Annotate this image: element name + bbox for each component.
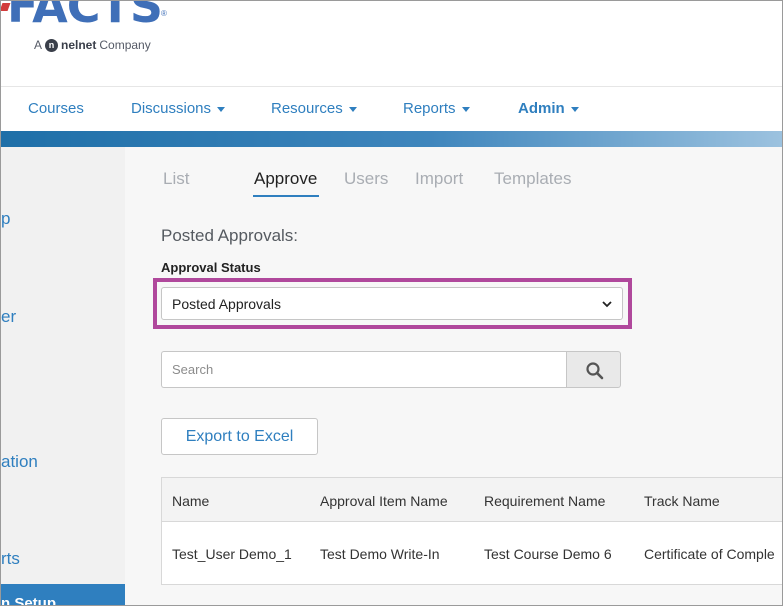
search-icon: [586, 362, 604, 380]
caret-down-icon: [348, 106, 357, 112]
export-to-excel-button[interactable]: Export to Excel: [161, 418, 318, 455]
sidebar: p er ation rts n Setup: [1, 147, 125, 606]
nav-admin[interactable]: Admin: [518, 100, 579, 117]
search-input[interactable]: [161, 351, 566, 388]
caret-down-icon: [217, 106, 226, 112]
active-tab-indicator: [253, 195, 319, 197]
logo-sub-brand: nelnet: [61, 38, 97, 52]
app-window: FACTS ® A n nelnet Company Courses Discus…: [0, 0, 783, 606]
nav-discussions[interactable]: Discussions: [131, 100, 226, 117]
sidebar-item-3[interactable]: ation: [1, 452, 38, 472]
header-stripe: [1, 131, 782, 147]
chevron-down-icon: [602, 301, 612, 308]
tab-approve[interactable]: Approve: [254, 169, 317, 189]
cell-requirement: Test Course Demo 6: [484, 546, 612, 562]
tab-list[interactable]: List: [163, 169, 189, 189]
caret-down-icon: [461, 106, 470, 112]
nav-reports-label: Reports: [403, 100, 456, 117]
table-row[interactable]: Test_User Demo_1 Test Demo Write-In Test…: [162, 523, 782, 586]
facts-logo[interactable]: FACTS: [7, 1, 163, 33]
nav-admin-label: Admin: [518, 100, 565, 117]
sidebar-item-1[interactable]: p: [1, 209, 10, 229]
nav-courses-label: Courses: [28, 100, 84, 117]
nav-reports[interactable]: Reports: [403, 100, 470, 117]
table-header: Name Approval Item Name Requirement Name…: [162, 478, 782, 522]
sidebar-item-4[interactable]: rts: [1, 549, 20, 569]
nav-resources-label: Resources: [271, 100, 343, 117]
nav-courses[interactable]: Courses: [28, 100, 84, 117]
main-content: List Approve Users Import Templates Post…: [125, 147, 782, 605]
trademark-mark: ®: [161, 9, 167, 18]
column-header-track[interactable]: Track Name: [644, 493, 720, 509]
caret-down-icon: [570, 106, 579, 112]
approvals-table: Name Approval Item Name Requirement Name…: [161, 477, 782, 586]
sidebar-item-active[interactable]: n Setup: [1, 584, 125, 606]
top-nav: Courses Discussions Resources Reports Ad…: [1, 88, 782, 130]
column-header-requirement[interactable]: Requirement Name: [484, 493, 605, 509]
nav-resources[interactable]: Resources: [271, 100, 357, 117]
section-title: Posted Approvals:: [161, 226, 299, 245]
logo-subtitle: A n nelnet Company: [34, 38, 151, 52]
header: FACTS ® A n nelnet Company: [1, 1, 782, 87]
tab-users[interactable]: Users: [344, 169, 388, 189]
tab-import[interactable]: Import: [415, 169, 463, 189]
tab-templates[interactable]: Templates: [494, 169, 571, 189]
sidebar-item-2[interactable]: er: [1, 307, 16, 327]
cell-name: Test_User Demo_1: [172, 546, 292, 562]
cell-approval-item: Test Demo Write-In: [320, 546, 440, 562]
logo-sub-prefix: A: [34, 38, 43, 52]
nelnet-n-icon: n: [45, 38, 59, 52]
search-button[interactable]: [566, 351, 621, 388]
search-group: [161, 351, 621, 388]
column-header-name[interactable]: Name: [172, 493, 209, 509]
logo-sub-suffix: Company: [99, 38, 151, 52]
approval-status-value: Posted Approvals: [172, 296, 281, 312]
nav-discussions-label: Discussions: [131, 100, 212, 117]
column-header-approval-item[interactable]: Approval Item Name: [320, 493, 448, 509]
cell-track: Certificate of Comple: [644, 546, 775, 562]
approval-status-select[interactable]: Posted Approvals: [161, 287, 623, 320]
sidebar-active-label: n Setup: [1, 595, 56, 606]
approval-status-label: Approval Status: [161, 260, 261, 275]
